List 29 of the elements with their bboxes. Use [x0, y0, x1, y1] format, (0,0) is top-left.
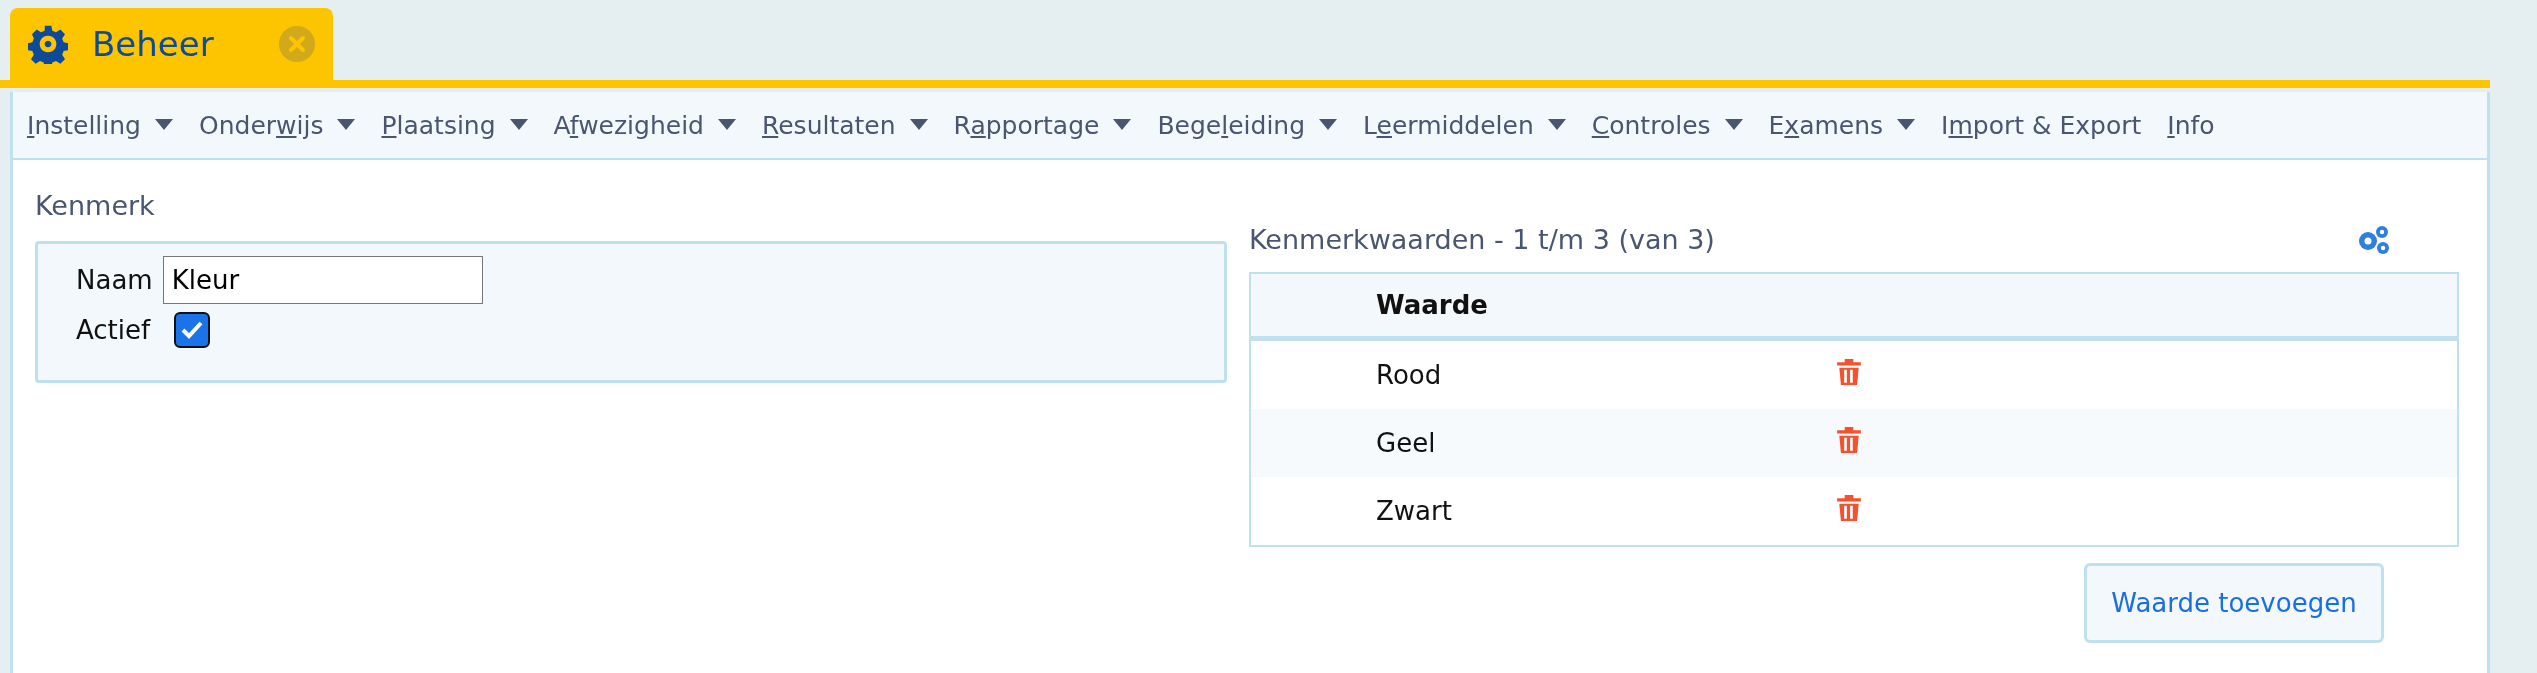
table-cell: Zwart — [1250, 477, 1836, 546]
menu-item[interactable]: Plaatsing — [381, 110, 528, 140]
trash-icon[interactable] — [1836, 494, 1862, 522]
menu-item[interactable]: Onderwijs — [199, 110, 356, 140]
section-title: Kenmerkwaarden - 1 t/m 3 (van 3) — [1249, 223, 1715, 255]
column-header: Waarde — [1250, 273, 2458, 339]
checkbox[interactable] — [174, 312, 211, 348]
gear-icon — [28, 24, 68, 64]
menu-item[interactable]: Instelling — [27, 110, 173, 140]
menu-item[interactable]: Import & Export — [1941, 110, 2142, 140]
menu-item[interactable]: Leermiddelen — [1363, 110, 1566, 140]
trash-icon[interactable] — [1836, 426, 1862, 454]
menu-item[interactable]: Info — [2167, 110, 2215, 140]
menu-item[interactable]: Rapportage — [953, 110, 1132, 140]
tab[interactable]: Beheer — [10, 8, 333, 80]
field-label: Actief — [76, 315, 151, 345]
add-value-button[interactable]: Waarde toevoegen — [2084, 563, 2384, 643]
table-cell: Geel — [1250, 409, 1836, 477]
trash-icon[interactable] — [1836, 358, 1862, 386]
tab-title: Beheer — [92, 24, 215, 64]
menu-item[interactable]: Afwezigheid — [553, 110, 736, 140]
menu-item[interactable]: Begeleiding — [1157, 110, 1338, 140]
name-field[interactable]: Kleur — [162, 256, 483, 304]
menu-item[interactable]: Resultaten — [762, 110, 928, 140]
field-label: Naam — [76, 265, 153, 295]
menu-item[interactable]: Examens — [1768, 110, 1916, 140]
menu-item[interactable]: Controles — [1591, 110, 1743, 140]
section-title: Kenmerk — [35, 189, 156, 221]
table-cell: Rood — [1250, 338, 1836, 409]
